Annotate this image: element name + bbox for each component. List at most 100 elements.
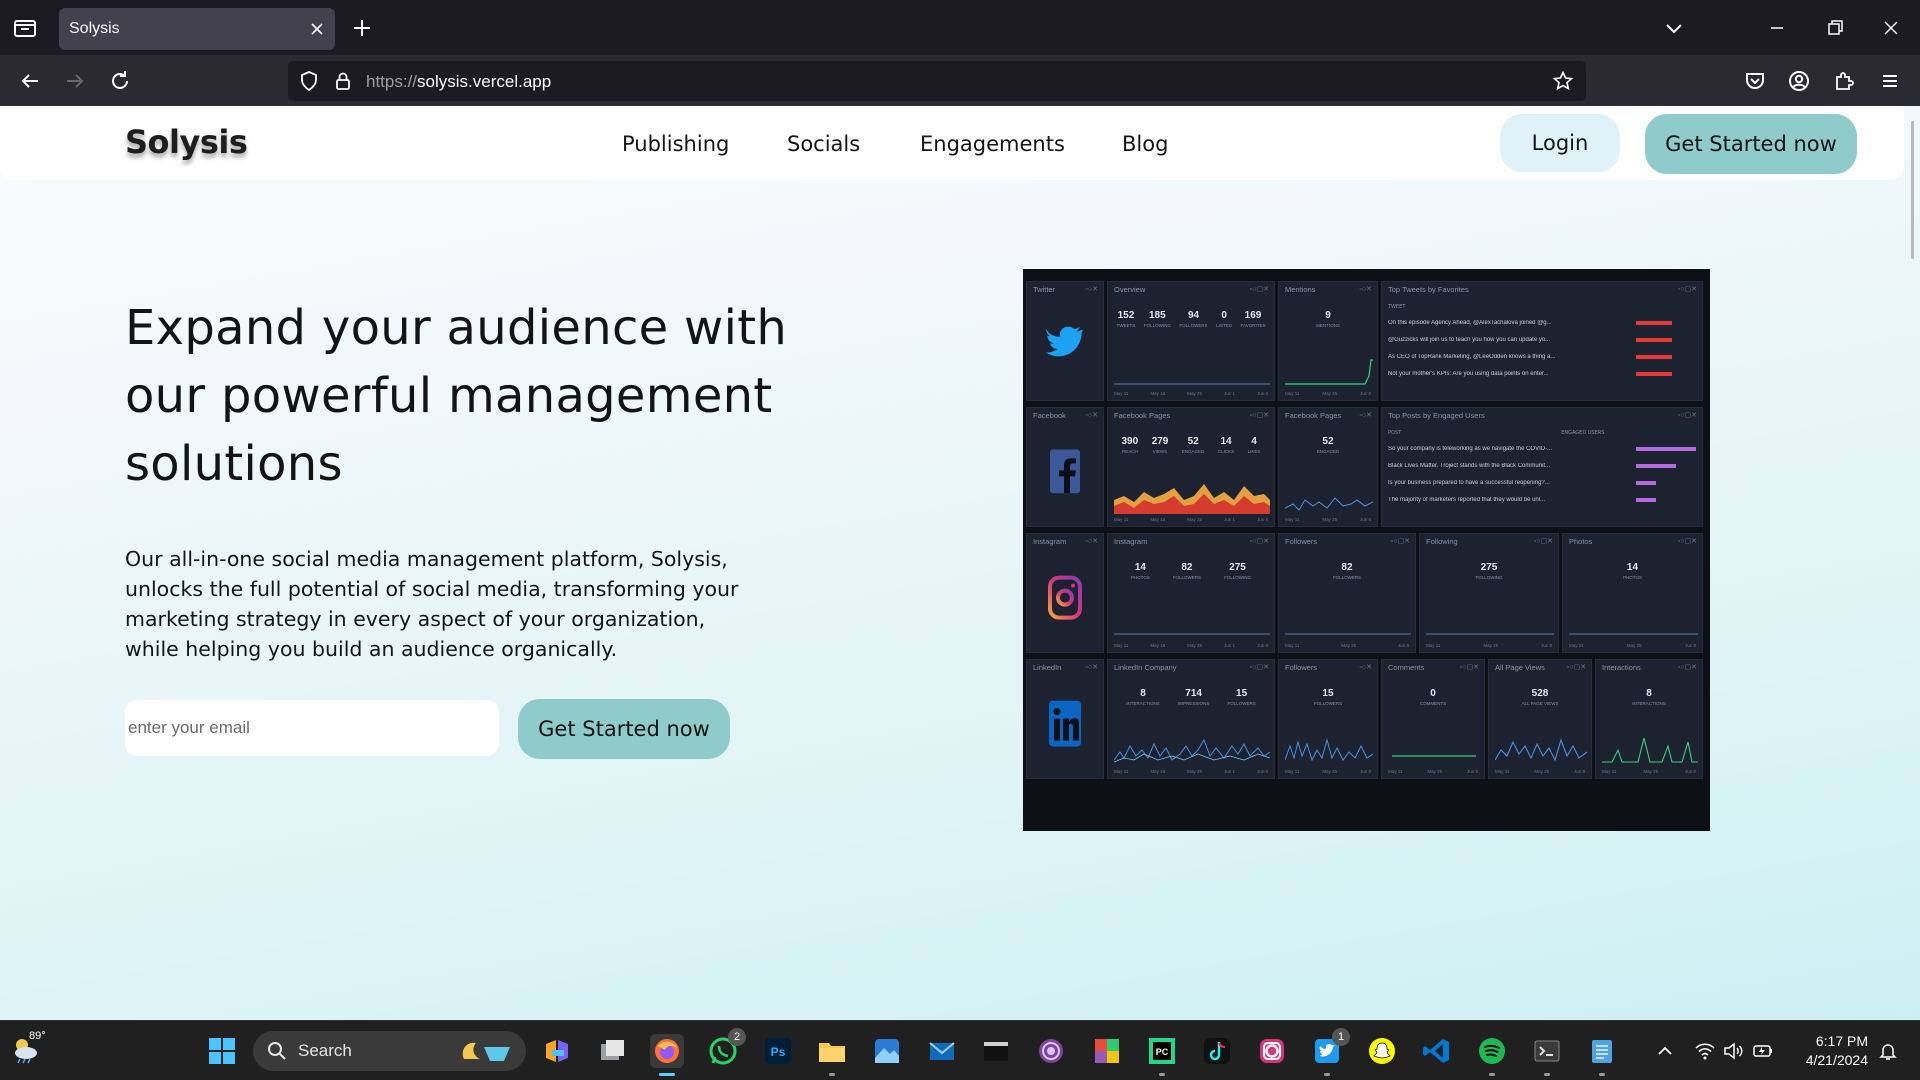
twitter-app-icon[interactable]: 1 bbox=[1310, 1028, 1350, 1076]
nav-link-engagements[interactable]: Engagements bbox=[920, 132, 1065, 156]
close-tab-icon[interactable] bbox=[309, 21, 325, 37]
panel-title: Twitter bbox=[1033, 285, 1056, 294]
pocket-icon[interactable] bbox=[1741, 67, 1769, 95]
new-tab-icon[interactable] bbox=[350, 16, 374, 40]
header-get-started-button[interactable]: Get Started now bbox=[1645, 114, 1857, 174]
mail-app-icon[interactable] bbox=[925, 1034, 959, 1068]
tab-list-icon[interactable] bbox=[12, 16, 38, 40]
wifi-icon[interactable] bbox=[1694, 1040, 1716, 1062]
list-item: The majority of marketers reported that … bbox=[1388, 491, 1696, 508]
metric-impressions: 714 IMPRESSIONS bbox=[1177, 688, 1210, 706]
list-item: On this episode Agency Ahead, @AlexTacha… bbox=[1388, 314, 1696, 331]
panel-title: Mentions bbox=[1285, 285, 1316, 294]
volume-icon[interactable] bbox=[1722, 1040, 1744, 1062]
start-button[interactable] bbox=[205, 1034, 239, 1068]
task-view-icon[interactable] bbox=[595, 1034, 629, 1068]
panel-controls: ▫○✕ bbox=[1359, 286, 1372, 293]
search-icon bbox=[268, 1042, 286, 1060]
list-item: As CEO of TopRank Marketing, @LeeOdden k… bbox=[1388, 348, 1696, 365]
copilot-app-icon[interactable] bbox=[540, 1034, 574, 1068]
page-scrollbar[interactable] bbox=[1911, 121, 1914, 259]
url-text[interactable]: https://solysis.vercel.app bbox=[366, 72, 551, 92]
extensions-icon[interactable] bbox=[1830, 67, 1858, 95]
file-explorer-app-icon[interactable] bbox=[815, 1034, 849, 1076]
nav-link-publishing[interactable]: Publishing bbox=[622, 132, 729, 156]
nav-link-socials[interactable]: Socials bbox=[787, 132, 860, 156]
close-window-icon[interactable] bbox=[1877, 14, 1905, 42]
login-button[interactable]: Login bbox=[1500, 114, 1620, 172]
whatsapp-app-icon[interactable]: 2 bbox=[706, 1028, 746, 1068]
panel-controls: ▫○✕ bbox=[1085, 538, 1098, 545]
followers-flat-chart bbox=[1285, 633, 1411, 635]
hero-get-started-button[interactable]: Get Started now bbox=[518, 699, 730, 759]
tiktok-app-icon[interactable] bbox=[1200, 1034, 1234, 1068]
panel-title: Following bbox=[1426, 537, 1458, 546]
svg-text:Ps: Ps bbox=[771, 1045, 786, 1059]
email-field[interactable] bbox=[125, 700, 499, 756]
address-bar[interactable]: https://solysis.vercel.app bbox=[288, 61, 1586, 101]
panel-title: Instagram bbox=[1114, 537, 1148, 546]
spotify-app-icon[interactable] bbox=[1475, 1034, 1509, 1076]
notepad-app-icon[interactable] bbox=[1585, 1034, 1619, 1076]
active-tab[interactable]: Solysis bbox=[59, 8, 335, 50]
vscode-app-icon[interactable] bbox=[1420, 1034, 1454, 1068]
panel-title: Photos bbox=[1569, 537, 1593, 546]
minimize-icon[interactable] bbox=[1763, 14, 1791, 42]
instagram-app-icon[interactable] bbox=[1255, 1034, 1289, 1068]
weather-temperature[interactable]: 89° bbox=[29, 1030, 46, 1042]
metric-likes: 4 LIKES bbox=[1247, 436, 1261, 454]
notification-bell-icon[interactable] bbox=[1877, 1040, 1899, 1062]
chevron-up-icon[interactable] bbox=[1654, 1040, 1676, 1062]
metric-interactions: 8 INTERACTIONS bbox=[1632, 688, 1666, 706]
forward-icon[interactable] bbox=[61, 67, 89, 95]
list-all-tabs-icon[interactable] bbox=[1660, 14, 1688, 42]
metric-following: 275 FOLLOWING bbox=[1475, 562, 1503, 580]
battery-charging-icon[interactable] bbox=[1752, 1040, 1774, 1062]
tor-browser-app-icon[interactable] bbox=[1034, 1034, 1068, 1068]
restore-icon[interactable] bbox=[1821, 14, 1849, 42]
photos-app-icon[interactable] bbox=[870, 1034, 904, 1068]
panel-title: Facebook Pages bbox=[1285, 411, 1342, 420]
site-logo[interactable]: Solysis bbox=[125, 123, 248, 161]
instagram-following-panel: Following ▫○▢✕ 275 FOLLOWING May 11 May 25… bbox=[1419, 533, 1559, 653]
taskbar-clock[interactable]: 6:17 PM 4/21/2024 bbox=[1792, 1032, 1868, 1070]
metric-photos: 14 PHOTOS bbox=[1130, 562, 1150, 580]
terminal-window-app-icon[interactable] bbox=[979, 1034, 1013, 1068]
twitter-section-panel: Twitter ▫○✕ bbox=[1026, 281, 1104, 401]
terminal-app-icon[interactable] bbox=[1530, 1034, 1564, 1076]
panel-controls: ▫○✕ bbox=[1085, 664, 1098, 671]
metric-page-views: 528 ALL PAGE VIEWS bbox=[1521, 688, 1559, 706]
firefox-app-icon[interactable] bbox=[650, 1034, 684, 1076]
taskbar-search-box[interactable]: Search bbox=[253, 1031, 526, 1071]
facebook-logo-icon bbox=[1050, 449, 1080, 494]
svg-text:PC: PC bbox=[1156, 1047, 1169, 1057]
top-posts-list: POST ENGAGED USERS So your company is tel… bbox=[1388, 430, 1696, 508]
top-tweets-panel: Top Tweets by Favorites ▫○▢✕ TWEET On th… bbox=[1381, 281, 1703, 401]
menu-icon[interactable] bbox=[1876, 67, 1904, 95]
metric-tweets: 152 TWEETS bbox=[1116, 310, 1136, 328]
pycharm-app-icon[interactable]: PC bbox=[1145, 1034, 1179, 1076]
panel-controls: ▫○✕ bbox=[1085, 412, 1098, 419]
back-icon[interactable] bbox=[16, 67, 44, 95]
panel-controls: ▫○▢✕ bbox=[1677, 286, 1697, 293]
office-app-icon[interactable] bbox=[1090, 1034, 1124, 1068]
top-posts-panel: Top Posts by Engaged Users ▫○▢✕ POST ENGA… bbox=[1381, 407, 1703, 527]
snapchat-app-icon[interactable] bbox=[1365, 1034, 1399, 1068]
panel-title: Comments bbox=[1388, 663, 1425, 672]
bookmark-star-icon[interactable] bbox=[1552, 70, 1574, 92]
engaged-line-chart bbox=[1285, 497, 1373, 511]
linkedin-logo-icon bbox=[1049, 700, 1081, 747]
nav-link-blog[interactable]: Blog bbox=[1122, 132, 1168, 156]
facebook-pages-panel: Facebook Pages ▫○▢✕ 390 REACH 279 VIEWS 52… bbox=[1107, 407, 1275, 527]
instagram-section-panel: Instagram ▫○✕ bbox=[1026, 533, 1104, 653]
lock-icon[interactable] bbox=[332, 70, 354, 92]
photoshop-app-icon[interactable]: Ps bbox=[761, 1034, 795, 1068]
shield-icon[interactable] bbox=[298, 70, 320, 92]
linkedin-company-chart bbox=[1114, 738, 1270, 763]
metric-favorites: 169 FAVORITES bbox=[1240, 310, 1266, 328]
search-highlight-icon bbox=[462, 1042, 510, 1061]
reload-icon[interactable] bbox=[106, 67, 134, 95]
panel-controls: ▫○▢✕ bbox=[1459, 664, 1479, 671]
panel-controls: ▫○▢✕ bbox=[1249, 286, 1269, 293]
account-icon[interactable] bbox=[1785, 67, 1813, 95]
